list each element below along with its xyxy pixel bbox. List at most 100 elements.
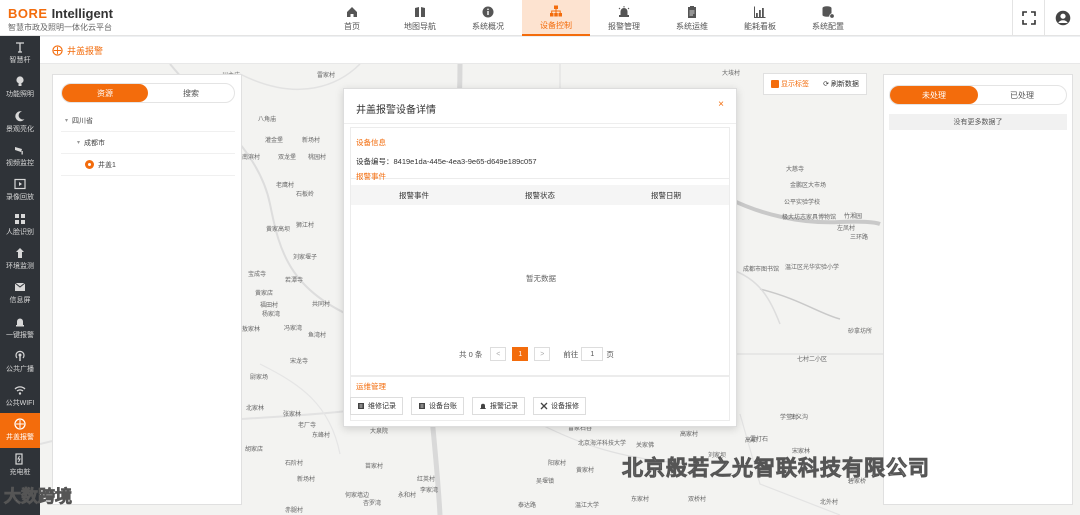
sidebar-item-face[interactable]: 人脸识别 — [0, 207, 40, 241]
sidebar-label: 一键报警 — [6, 331, 34, 339]
map-label: 黄家高坝 — [266, 227, 291, 233]
nav-home[interactable]: 首页 — [318, 0, 386, 36]
total-count: 共 0 条 — [459, 349, 483, 359]
sidebar-label: 环境监测 — [6, 262, 34, 270]
sidebar-label: 景观亮化 — [6, 125, 34, 133]
map-label: 三环路 — [850, 235, 869, 241]
sidebar-label: 录像回放 — [6, 194, 34, 202]
message-icon — [14, 282, 26, 292]
sidebar-label: 充电桩 — [9, 468, 31, 476]
button-label: 设备报修 — [551, 403, 579, 410]
alarm-records-button[interactable]: 报警记录 — [472, 397, 525, 415]
nav-label: 系统运维 — [676, 21, 708, 31]
nav-device-control[interactable]: 设备控制 — [522, 0, 590, 36]
map-label: 狮江村 — [296, 223, 315, 229]
page-title-bar: 井盖报警 — [40, 37, 1080, 64]
map-label: 共同村 — [312, 302, 331, 308]
tab-search[interactable]: 搜索 — [148, 84, 234, 102]
nav-energy-dashboard[interactable]: 能耗看板 — [726, 0, 794, 36]
repair-records-button[interactable]: 维修记录 — [350, 397, 403, 415]
map-label: 李家湾 — [420, 488, 439, 494]
close-button[interactable]: × — [718, 99, 724, 110]
tab-processed[interactable]: 已处理 — [978, 86, 1066, 104]
charger-icon — [15, 453, 23, 465]
sidebar-item-lighting[interactable]: 功能照明 — [0, 70, 40, 104]
sidebar-item-wifi[interactable]: 公共WIFI — [0, 379, 40, 413]
sidebar-item-broadcast[interactable]: 公共广播 — [0, 345, 40, 379]
map-label: 东家村 — [631, 497, 650, 503]
section-title: 设备信息 — [356, 138, 386, 147]
map-label: 若潭寺 — [285, 278, 304, 284]
map-label: 杏罗湾 — [363, 501, 382, 507]
device-number: 设备编号：8419e1da-445e-4ea3-9e65-d649e189c05… — [356, 157, 537, 166]
map-label: 北京海洋科技大学 — [578, 441, 627, 447]
map-label: 黄家村 — [576, 468, 595, 474]
resource-tabs: 资源 搜索 — [61, 83, 235, 103]
map-label: 石阶村 — [285, 461, 304, 467]
caret-down-icon: ▾ — [65, 118, 69, 124]
moon-icon — [15, 110, 25, 121]
map-label: 敖家林 — [242, 327, 261, 333]
pole-icon — [16, 42, 24, 53]
caret-down-icon: ▾ — [77, 140, 81, 146]
goto-page-input[interactable]: 1 — [581, 347, 604, 361]
sidebar-item-playback[interactable]: 录像回放 — [0, 173, 40, 207]
nav-system-config[interactable]: 系统配置 — [794, 0, 862, 36]
device-ledger-button[interactable]: 设备台账 — [411, 397, 464, 415]
button-label: 报警记录 — [490, 403, 518, 410]
map-label: 砂拿坊所 — [848, 329, 873, 335]
page-number-button[interactable]: 1 — [512, 347, 529, 361]
sidebar-item-landscape[interactable]: 景观亮化 — [0, 105, 40, 139]
sidebar-item-one-click-alarm[interactable]: 一键报警 — [0, 310, 40, 344]
column-header: 报警事件 — [399, 190, 429, 200]
sidebar-item-info-screen[interactable]: 信息屏 — [0, 276, 40, 310]
tree-node-city[interactable]: ▾ 成都市 — [61, 132, 235, 154]
wifi-icon — [14, 386, 26, 395]
refresh-label: 刷新数据 — [830, 81, 859, 88]
nav-system-overview[interactable]: 系统概况 — [454, 0, 522, 36]
watermark-secondary: 大数跨境 — [4, 487, 73, 507]
map-label: 黄家店 — [255, 291, 274, 297]
nav-label: 地图导航 — [404, 21, 436, 31]
next-page-button[interactable]: > — [534, 347, 551, 361]
map-label: 吴堰镇 — [536, 479, 555, 485]
sidebar-label: 井盖报警 — [6, 434, 34, 442]
map-label: 灌金堡 — [265, 138, 284, 144]
tab-unprocessed[interactable]: 未处理 — [890, 86, 978, 104]
device-detail-dialog: 井盖报警设备详情 × 设备信息 设备编号：8419e1da-445e-4ea3-… — [343, 88, 737, 427]
show-labels-toggle[interactable]: 显示标签 — [771, 79, 809, 89]
map-label: 高家村 — [680, 432, 699, 438]
nav-label: 报警管理 — [608, 21, 640, 31]
prev-page-button[interactable]: < — [490, 347, 507, 361]
sidebar-item-manhole-alarm[interactable]: 井盖报警 — [0, 413, 40, 448]
sidebar-label: 视频监控 — [6, 160, 34, 168]
report-repair-button[interactable]: 设备报修 — [533, 397, 586, 415]
nav-system-maintenance[interactable]: 系统运维 — [658, 0, 726, 36]
sidebar-item-smart-pole[interactable]: 智慧杆 — [0, 36, 40, 70]
tree-node-province[interactable]: ▾ 四川省 — [61, 110, 235, 132]
refresh-data-button[interactable]: ⟳ 刷新数据 — [823, 79, 859, 89]
map-label: 宝成寺 — [248, 272, 267, 278]
sidebar-item-environment[interactable]: 环境监测 — [0, 242, 40, 276]
user-button[interactable] — [1044, 0, 1080, 36]
map-label: 刘家堰子 — [293, 255, 318, 261]
map-label: 三义沟 — [790, 415, 809, 421]
map-label: 七村二小区 — [797, 357, 828, 363]
sidebar-item-video[interactable]: 视频监控 — [0, 139, 40, 173]
top-right-tools — [1012, 0, 1080, 36]
map-label: 八角庙 — [258, 117, 277, 123]
tab-resource[interactable]: 资源 — [62, 84, 148, 102]
camera-icon — [15, 147, 23, 155]
bell-icon — [480, 403, 486, 409]
nav-map-navigation[interactable]: 地图导航 — [386, 0, 454, 36]
sidebar-label: 公共广播 — [6, 365, 34, 373]
sidebar-item-charger[interactable]: 充电桩 — [0, 448, 40, 482]
nav-alarm-management[interactable]: 报警管理 — [590, 0, 658, 36]
map-label: 雷家村 — [317, 73, 336, 79]
map-label: 冯家湾 — [284, 326, 303, 332]
tree-node-manhole[interactable]: 井盖1 — [61, 154, 235, 176]
goto-label: 前往 — [563, 349, 579, 359]
fullscreen-button[interactable] — [1012, 0, 1044, 36]
map-label: 竹湘园 — [844, 214, 863, 220]
tools-icon — [540, 402, 548, 410]
